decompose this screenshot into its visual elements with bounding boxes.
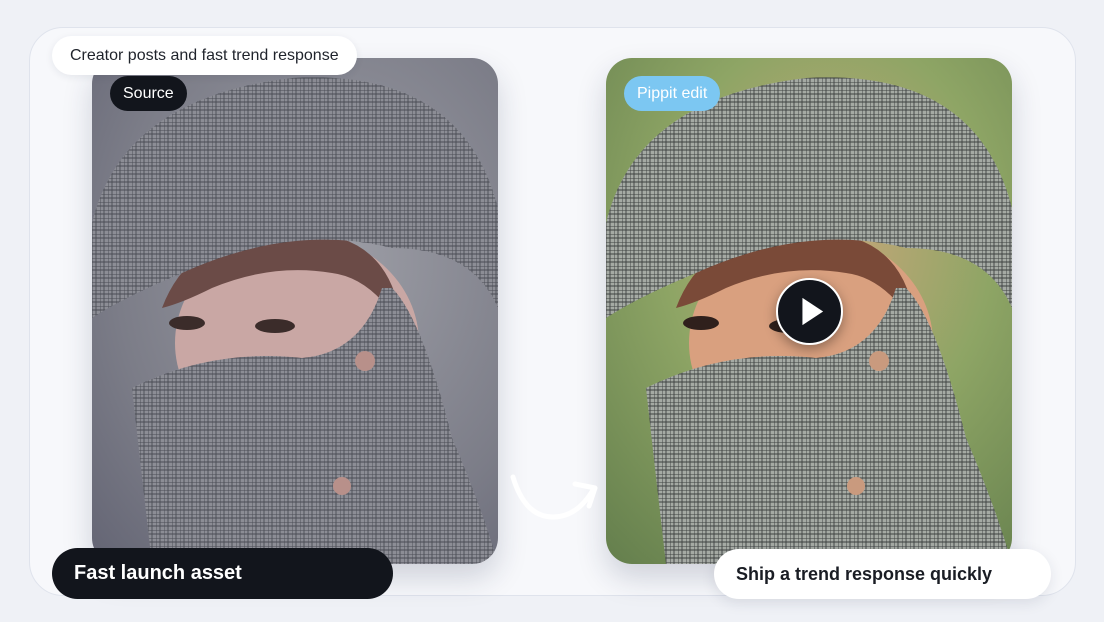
play-icon: [802, 297, 824, 326]
edit-tag: Pippit edit: [624, 76, 721, 111]
trend-response-label: Ship a trend response quickly: [714, 549, 1051, 599]
source-photo: [92, 58, 498, 564]
source-tag: Source: [110, 76, 187, 111]
curved-arrow-icon: [510, 474, 598, 520]
play-button[interactable]: [776, 278, 843, 345]
fast-launch-label: Fast launch asset: [52, 548, 393, 599]
header-caption: Creator posts and fast trend response: [52, 36, 357, 75]
